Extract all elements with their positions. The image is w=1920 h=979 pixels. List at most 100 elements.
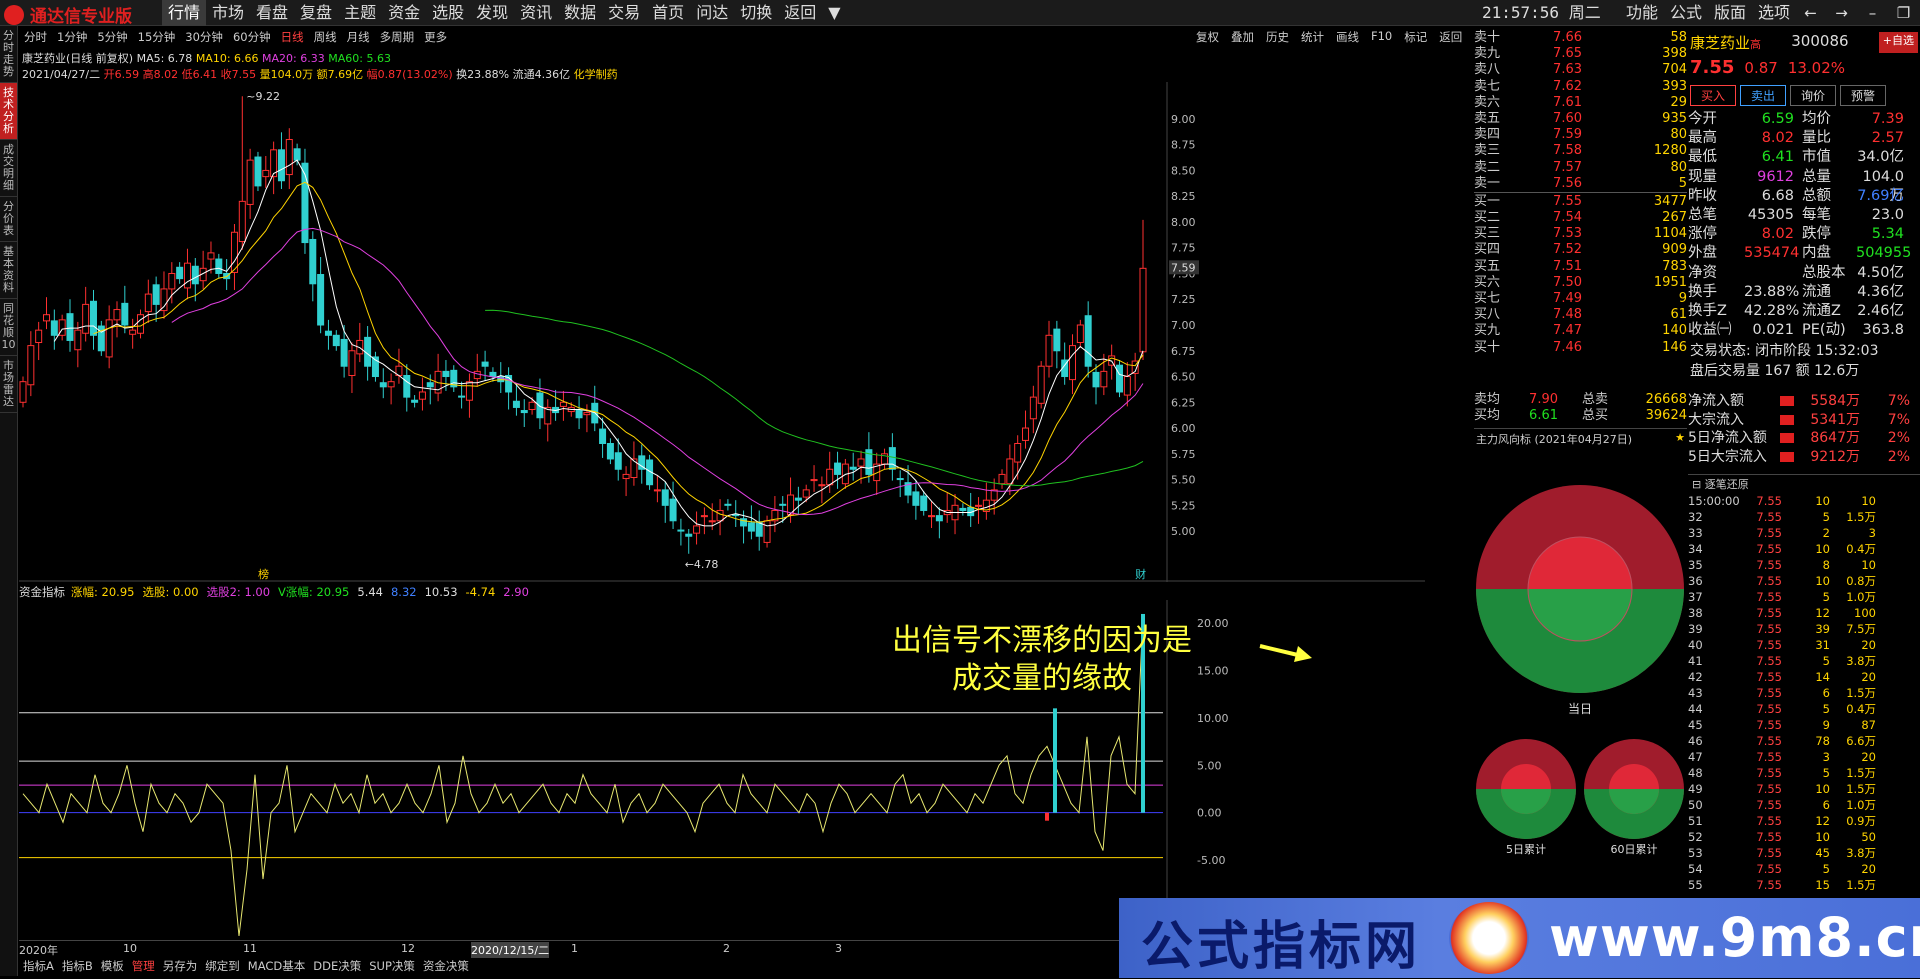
side-tab[interactable]: 基本资料 bbox=[0, 242, 17, 299]
ask-row[interactable]: 卖三 7.58 1280 bbox=[1474, 143, 1687, 159]
toolbar-button[interactable]: 复权 bbox=[1190, 29, 1225, 45]
side-tab[interactable]: 成交明细 bbox=[0, 140, 17, 197]
stat-label: 最低 bbox=[1688, 149, 1717, 166]
nav-item[interactable]: 发现 bbox=[470, 0, 514, 26]
period-tab[interactable]: 5分钟 bbox=[92, 29, 132, 47]
menu-item[interactable]: 选项 bbox=[1752, 0, 1796, 26]
toolbar-button[interactable]: 历史 bbox=[1260, 29, 1295, 45]
bid-row[interactable]: 买九 7.47 140 bbox=[1474, 323, 1687, 339]
minimize-icon[interactable]: – bbox=[1857, 0, 1888, 26]
period-tab[interactable]: 1分钟 bbox=[52, 29, 92, 47]
indicator-tab[interactable]: 指标B bbox=[58, 956, 97, 976]
stat-value: 363.8 bbox=[1862, 322, 1904, 339]
tick-row: 48 7.55 5 1.5万 bbox=[1688, 765, 1920, 781]
nav-item[interactable]: 主题 bbox=[338, 0, 382, 26]
nav-more-icon[interactable]: ▼ bbox=[822, 0, 846, 26]
toolbar-button[interactable]: 叠加 bbox=[1225, 29, 1260, 45]
period-tab[interactable]: 分时 bbox=[19, 29, 52, 47]
menu-item[interactable]: 公式 bbox=[1664, 0, 1708, 26]
toolbar-button[interactable]: 标记 bbox=[1398, 29, 1433, 45]
bid-row[interactable]: 买七 7.49 9 bbox=[1474, 291, 1687, 307]
nav-item[interactable]: 首页 bbox=[646, 0, 690, 26]
nav-item[interactable]: 行情 bbox=[162, 0, 207, 26]
trade-button[interactable]: 买入 bbox=[1690, 85, 1737, 106]
bid-row[interactable]: 买四 7.52 909 bbox=[1474, 242, 1687, 258]
period-tab[interactable]: 周线 bbox=[309, 29, 342, 47]
period-tab[interactable]: 更多 bbox=[419, 29, 452, 47]
period-tab[interactable]: 多周期 bbox=[375, 29, 420, 47]
indicator-tab[interactable]: SUP决策 bbox=[365, 956, 419, 976]
period-tab[interactable]: 15分钟 bbox=[133, 29, 181, 47]
nav-item[interactable]: 切换 bbox=[734, 0, 778, 26]
ask-row[interactable]: 卖四 7.59 80 bbox=[1474, 127, 1687, 143]
nav-item[interactable]: 看盘 bbox=[250, 0, 294, 26]
side-tab[interactable]: 同花顺10 bbox=[0, 299, 17, 356]
event-mark[interactable]: 榜 bbox=[258, 567, 269, 581]
toolbar-button[interactable]: 统计 bbox=[1295, 29, 1330, 45]
indicator-name[interactable]: 资金指标 bbox=[19, 585, 65, 599]
bid-row[interactable]: 买五 7.51 783 bbox=[1474, 259, 1687, 275]
forward-arrow-icon[interactable]: → bbox=[1826, 0, 1857, 26]
indicator-tab[interactable]: 模板 bbox=[97, 956, 128, 976]
period-tab[interactable]: 日线 bbox=[276, 29, 309, 47]
kline-chart[interactable]: 9.008.758.508.258.007.757.507.257.006.75… bbox=[19, 82, 1425, 582]
event-mark[interactable]: 财 bbox=[1135, 567, 1146, 581]
side-tab[interactable]: 技术分析 bbox=[0, 83, 17, 140]
bid-row[interactable]: 买一 7.55 3477 bbox=[1474, 194, 1687, 210]
nav-item[interactable]: 市场 bbox=[206, 0, 250, 26]
nav-item[interactable]: 返回 bbox=[778, 0, 822, 26]
nav-item[interactable]: 选股 bbox=[426, 0, 470, 26]
ask-row[interactable]: 卖一 7.56 5 bbox=[1474, 176, 1687, 192]
indicator-tab[interactable]: 另存为 bbox=[159, 956, 202, 976]
ask-row[interactable]: 卖六 7.61 29 bbox=[1474, 95, 1687, 111]
bid-row[interactable]: 买六 7.50 1951 bbox=[1474, 275, 1687, 291]
nav-item[interactable]: 资金 bbox=[382, 0, 426, 26]
indicator-tab[interactable]: DDE决策 bbox=[309, 956, 365, 976]
indicator-tab[interactable]: 管理 bbox=[128, 956, 159, 976]
toolbar-button[interactable]: F10 bbox=[1365, 29, 1398, 45]
tick-volume: 9 bbox=[1822, 718, 1830, 732]
candle bbox=[418, 377, 426, 411]
ask-row[interactable]: 卖八 7.63 704 bbox=[1474, 62, 1687, 78]
star-icon[interactable]: ★ bbox=[1675, 431, 1685, 444]
add-watchlist-button[interactable]: +自选 bbox=[1878, 32, 1918, 53]
toolbar-button[interactable]: 返回 bbox=[1433, 29, 1468, 45]
ask-row[interactable]: 卖九 7.65 398 bbox=[1474, 46, 1687, 62]
indicator-tab[interactable]: 资金决策 bbox=[419, 956, 473, 976]
period-tab[interactable]: 月线 bbox=[342, 29, 375, 47]
indicator-tab[interactable]: 指标A bbox=[19, 956, 58, 976]
expand-icon[interactable]: ⊟ bbox=[1692, 478, 1701, 491]
side-tab[interactable]: 分时走势 bbox=[0, 26, 17, 83]
trade-button[interactable]: 预警 bbox=[1840, 85, 1887, 106]
nav-item[interactable]: 问达 bbox=[690, 0, 734, 26]
ask-row[interactable]: 卖七 7.62 393 bbox=[1474, 79, 1687, 95]
indicator-tab[interactable]: 绑定到 bbox=[201, 956, 244, 976]
back-arrow-icon[interactable]: ← bbox=[1795, 0, 1826, 26]
period-tab[interactable]: 30分钟 bbox=[180, 29, 228, 47]
nav-item[interactable]: 数据 bbox=[558, 0, 602, 26]
candle bbox=[262, 156, 270, 188]
bid-row[interactable]: 买十 7.46 146 bbox=[1474, 340, 1687, 356]
restore-icon[interactable]: ❐ bbox=[1888, 0, 1919, 26]
ask-row[interactable]: 卖五 7.60 935 bbox=[1474, 111, 1687, 127]
bid-row[interactable]: 买三 7.53 1104 bbox=[1474, 226, 1687, 242]
bid-row[interactable]: 买八 7.48 61 bbox=[1474, 307, 1687, 323]
nav-item[interactable]: 复盘 bbox=[294, 0, 338, 26]
nav-item[interactable]: 交易 bbox=[602, 0, 646, 26]
bid-row[interactable]: 买二 7.54 267 bbox=[1474, 210, 1687, 226]
period-tab[interactable]: 60分钟 bbox=[228, 29, 276, 47]
menu-item[interactable]: 版面 bbox=[1708, 0, 1752, 26]
indicator-tab[interactable]: MACD基本 bbox=[244, 956, 309, 976]
trade-button[interactable]: 询价 bbox=[1790, 85, 1837, 106]
ask-row[interactable]: 卖二 7.57 80 bbox=[1474, 160, 1687, 176]
candle bbox=[254, 151, 262, 192]
menu-item[interactable]: 功能 bbox=[1620, 0, 1664, 26]
side-tab[interactable]: 分价表 bbox=[0, 197, 17, 242]
tick-price: 7.55 bbox=[1756, 718, 1782, 732]
trade-button[interactable]: 卖出 bbox=[1740, 85, 1787, 106]
side-tab[interactable]: 市场雷达 bbox=[0, 356, 17, 413]
stat-value: 6.68 bbox=[1761, 187, 1794, 204]
nav-item[interactable]: 资讯 bbox=[514, 0, 558, 26]
ask-row[interactable]: 卖十 7.66 58 bbox=[1474, 30, 1687, 46]
toolbar-button[interactable]: 画线 bbox=[1330, 29, 1365, 45]
